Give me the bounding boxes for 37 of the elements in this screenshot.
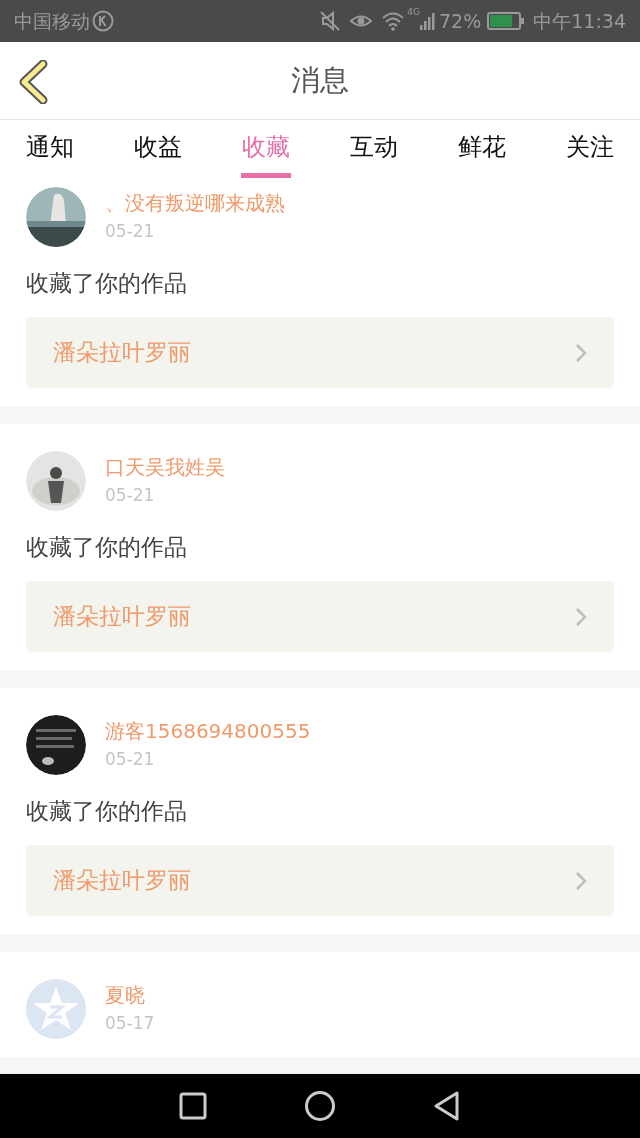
carrier-label: 中国移动: [14, 8, 90, 34]
default-avatar-icon: [26, 979, 86, 1039]
wifi-icon: [381, 11, 406, 31]
message-text: 收藏了你的作品: [26, 533, 188, 562]
message-text: 收藏了你的作品: [26, 269, 188, 298]
message-text: 收藏了你的作品: [26, 797, 188, 826]
clock: 中午11:34: [533, 8, 626, 34]
date-label: 05-21: [105, 748, 156, 771]
signal-icon: [420, 11, 436, 31]
home-icon[interactable]: [304, 1090, 336, 1122]
k-icon: [92, 10, 114, 32]
tab[interactable]: 互动: [332, 120, 416, 178]
work-link[interactable]: 潘朵拉叶罗丽: [26, 581, 614, 652]
date-label: 05-17: [105, 1012, 155, 1035]
back-icon[interactable]: [433, 1091, 462, 1121]
work-link[interactable]: 潘朵拉叶罗丽: [26, 845, 614, 916]
network-label: 4G: [407, 6, 420, 19]
tab[interactable]: 鲜花: [440, 120, 524, 178]
battery-icon: [487, 12, 526, 30]
user-name[interactable]: 夏晓: [105, 981, 155, 1009]
square-icon[interactable]: [178, 1092, 207, 1120]
mute-icon: [319, 10, 342, 32]
chevron-right-icon: [575, 870, 587, 891]
date-label: 05-21: [105, 220, 156, 243]
chevron-right-icon: [575, 342, 587, 363]
battery-percent: 72%: [439, 8, 482, 34]
date-label: 05-21: [105, 484, 156, 507]
tab[interactable]: 收益: [116, 120, 200, 178]
back-icon[interactable]: [18, 60, 48, 104]
chevron-right-icon: [575, 606, 587, 627]
user-name[interactable]: 游客1568694800555: [105, 717, 311, 745]
work-link[interactable]: 潘朵拉叶罗丽: [26, 317, 614, 388]
tab[interactable]: 通知: [8, 120, 92, 178]
page-title: 消息: [291, 61, 349, 99]
tab[interactable]: 关注: [548, 120, 632, 178]
user-name[interactable]: 口天吴我姓吴: [105, 453, 225, 481]
user-name[interactable]: 、没有叛逆哪来成熟: [105, 189, 285, 217]
